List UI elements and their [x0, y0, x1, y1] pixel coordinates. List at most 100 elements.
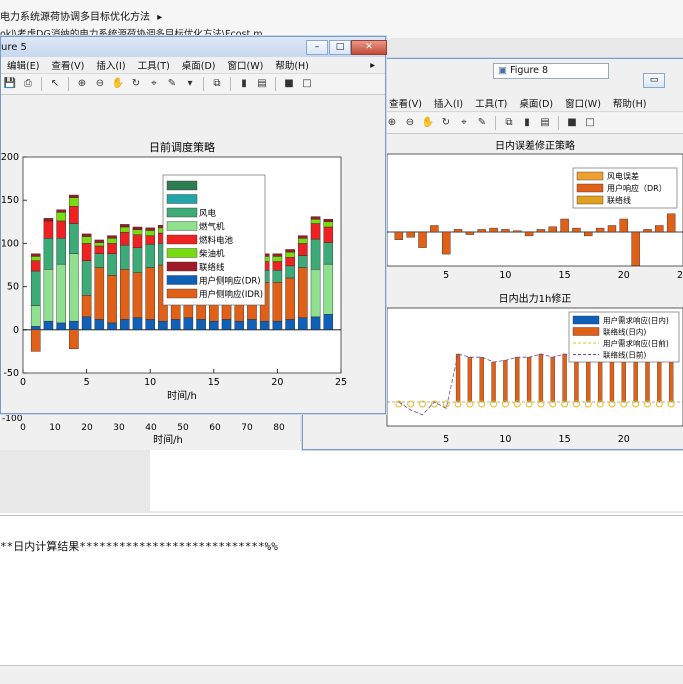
bar-segment	[107, 238, 117, 244]
bar-segment	[81, 233, 92, 237]
zoom-in-icon[interactable]: ⊕	[385, 116, 399, 130]
brush-icon[interactable]: ✎	[475, 116, 489, 130]
figure-5-window[interactable]: ure 5 – □ ✕ 编辑(E) 查看(V) 插入(I) 工具(T) 桌面(D) 窗口(…	[0, 36, 387, 414]
colorbar-icon[interactable]: ▮	[520, 116, 534, 130]
bar-segment	[259, 320, 270, 331]
bar-segment	[298, 267, 308, 318]
toolbar-separator	[230, 77, 231, 91]
figure-8-tab[interactable]: ▣ Figure 8	[493, 63, 609, 79]
save-icon[interactable]: 💾	[3, 77, 17, 91]
x-tick-label: 25	[677, 270, 683, 281]
behind-xtick: 40	[145, 423, 157, 433]
editor-doc-title[interactable]: 电力系统源荷协调多目标优化方法 ▸	[0, 8, 162, 23]
bar-segment	[132, 226, 143, 230]
bar-segment	[30, 260, 41, 272]
maximize-button[interactable]: □	[329, 40, 351, 55]
menu-item[interactable]: 窗口(W)	[222, 58, 270, 72]
error-bar	[607, 225, 617, 233]
rotate-icon[interactable]: ↻	[439, 116, 453, 130]
dropdown-arrow-icon[interactable]: ▾	[183, 77, 197, 91]
rotate-icon[interactable]: ↻	[129, 77, 143, 91]
legend-label: 联络线	[199, 262, 225, 273]
bar-segment	[81, 236, 92, 244]
bar-segment	[69, 197, 79, 207]
legend-swatch	[166, 261, 198, 272]
colorbar-icon[interactable]: ▮	[237, 77, 251, 91]
brush-icon[interactable]: ✎	[165, 77, 179, 91]
y-tick-label: 150	[1, 195, 19, 206]
bar-segment	[81, 295, 92, 318]
zoom-in-icon[interactable]: ⊕	[75, 77, 89, 91]
data-cursor-icon[interactable]: ⌖	[457, 116, 471, 130]
menu-item[interactable]: 编辑(E)	[1, 58, 45, 72]
behind-xlabel: 时间/h	[153, 433, 183, 446]
bar-segment	[285, 277, 295, 320]
menu-item[interactable]: 窗口(W)	[559, 96, 607, 110]
menu-item[interactable]: 帮助(H)	[607, 96, 653, 110]
legend-label: 联络线(日前)	[603, 350, 646, 360]
error-bar	[584, 231, 593, 237]
legend-icon[interactable]: ▤	[538, 116, 552, 130]
pan-icon[interactable]: ✋	[421, 116, 435, 130]
menu-item[interactable]: 查看(V)	[383, 96, 428, 110]
menu-item[interactable]: 桌面(D)	[513, 96, 559, 110]
zoom-out-icon[interactable]: ⊖	[403, 116, 417, 130]
pointer-icon[interactable]: ↖	[48, 77, 62, 91]
error-bar	[513, 230, 522, 233]
legend-icon[interactable]: ▤	[255, 77, 269, 91]
menu-item[interactable]: 插入(I)	[90, 58, 131, 72]
menu-item[interactable]: 帮助(H)	[269, 58, 315, 72]
behind-xtick: 50	[177, 423, 189, 433]
menu-collapse-icon[interactable]: ▸	[364, 60, 381, 71]
pan-icon[interactable]: ✋	[111, 77, 125, 91]
error-bar	[418, 231, 427, 248]
bar-segment	[94, 267, 105, 320]
error-bar	[465, 231, 475, 235]
bar-segment	[272, 269, 283, 283]
menu-item[interactable]: 工具(T)	[469, 96, 513, 110]
bar-segment	[323, 314, 334, 331]
minimize-button[interactable]: ▭	[643, 73, 665, 88]
toolbar-separator	[495, 116, 496, 130]
bar-segment	[272, 320, 283, 331]
bar-segment	[69, 223, 79, 254]
y-tick-label: 100	[1, 238, 19, 249]
toolbar-separator	[275, 77, 276, 91]
figure-5-titlebar[interactable]: ure 5 – □ ✕	[1, 37, 387, 57]
error-bar	[666, 213, 676, 233]
menu-item[interactable]: 查看(V)	[45, 58, 90, 72]
bar-segment	[43, 320, 54, 331]
chart-title: 日内误差修正策略	[495, 139, 575, 152]
legend-label: 联络线(日内)	[603, 327, 646, 337]
hide-tools-icon[interactable]: ■	[282, 77, 296, 91]
menu-item[interactable]: 工具(T)	[132, 58, 176, 72]
bar-segment	[247, 319, 257, 331]
doc-title-text: 电力系统源荷协调多目标优化方法	[0, 12, 150, 23]
editor-gap	[150, 440, 683, 511]
minimize-button[interactable]: –	[306, 40, 328, 55]
link-plot-icon[interactable]: ⧉	[210, 77, 224, 91]
show-tools-icon[interactable]: □	[583, 116, 597, 130]
error-bar	[430, 225, 439, 233]
tie-line-bar	[574, 357, 579, 403]
x-tick-label: 5	[443, 434, 449, 445]
zoom-out-icon[interactable]: ⊖	[93, 77, 107, 91]
link-plot-icon[interactable]: ⧉	[502, 116, 516, 130]
behind-xtick: 10	[49, 423, 61, 433]
menu-item[interactable]: 插入(I)	[428, 96, 469, 110]
show-tools-icon[interactable]: □	[300, 77, 314, 91]
bar-segment	[107, 235, 117, 239]
tie-line-bar	[597, 360, 603, 403]
x-axis-label: 时间/h	[167, 389, 197, 402]
legend-swatch	[166, 207, 198, 218]
data-cursor-icon[interactable]: ⌖	[147, 77, 161, 91]
print-icon[interactable]: ⎙	[21, 77, 35, 91]
command-window[interactable]: **日内计算结果****************************%%	[0, 515, 683, 666]
figure-5-menubar: 编辑(E) 查看(V) 插入(I) 工具(T) 桌面(D) 窗口(W) 帮助(H) ▸	[1, 57, 385, 74]
close-button[interactable]: ✕	[351, 40, 387, 55]
hide-tools-icon[interactable]: ■	[565, 116, 579, 130]
daily-dispatch-svg: 日前调度策略200150100500-500 5 10 15 20 25时间/h风电燃气机…	[1, 140, 347, 402]
legend-swatch	[166, 234, 198, 245]
menu-item[interactable]: 桌面(D)	[176, 58, 222, 72]
legend-swatch	[166, 194, 198, 204]
